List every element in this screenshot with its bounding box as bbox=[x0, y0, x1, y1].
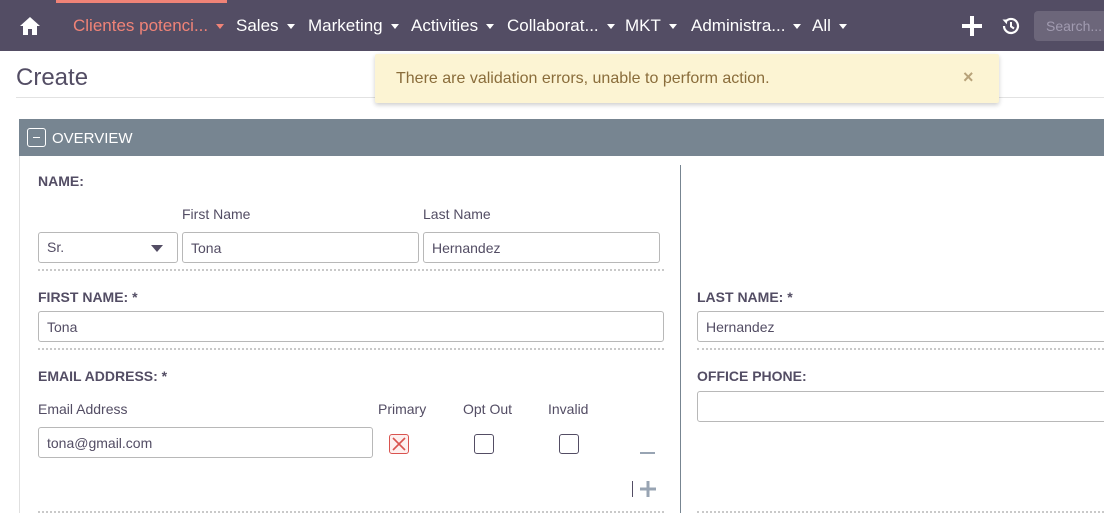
chevron-down-icon bbox=[486, 24, 495, 30]
nav-item-clientes-potenciales[interactable]: Clientes potenci... bbox=[73, 0, 225, 51]
first-name-input[interactable] bbox=[38, 311, 664, 342]
panel-border bbox=[19, 156, 20, 513]
page-title: Create bbox=[16, 64, 89, 91]
first-name-caption: First Name bbox=[182, 206, 251, 222]
add-email-icon[interactable] bbox=[640, 481, 656, 497]
remove-email-icon[interactable] bbox=[640, 452, 655, 454]
primary-checkbox[interactable] bbox=[389, 434, 409, 454]
x-mark-icon bbox=[392, 437, 406, 451]
alert-message: There are validation errors, unable to p… bbox=[396, 70, 770, 87]
top-navbar: Clientes potenci... Sales Marketing Acti… bbox=[0, 0, 1104, 51]
email-input[interactable] bbox=[38, 427, 373, 458]
email-address-label: EMAIL ADDRESS: * bbox=[38, 368, 168, 384]
field-separator bbox=[38, 269, 664, 271]
panel-title: OVERVIEW bbox=[52, 130, 133, 147]
validation-alert: There are validation errors, unable to p… bbox=[375, 54, 999, 103]
chevron-down-icon bbox=[390, 24, 399, 30]
nav-item-marketing[interactable]: Marketing bbox=[308, 0, 399, 51]
chevron-down-icon bbox=[606, 24, 615, 30]
salutation-select[interactable]: Sr. bbox=[38, 232, 178, 263]
last-name-caption: Last Name bbox=[423, 206, 491, 222]
first-name-label: FIRST NAME: * bbox=[38, 289, 138, 305]
chevron-down-icon bbox=[286, 24, 295, 30]
search-input[interactable] bbox=[1034, 11, 1104, 41]
name-last-name-input[interactable] bbox=[423, 232, 660, 263]
salutation-value: Sr. bbox=[47, 239, 65, 255]
name-label: NAME: bbox=[38, 173, 84, 189]
home-icon[interactable] bbox=[18, 14, 42, 38]
plus-icon[interactable] bbox=[961, 15, 983, 37]
last-name-input[interactable] bbox=[697, 311, 1104, 342]
nav-item-administration[interactable]: Administra... bbox=[691, 0, 802, 51]
overview-panel-header[interactable]: OVERVIEW bbox=[19, 119, 1104, 156]
chevron-down-icon bbox=[793, 24, 802, 30]
invalid-checkbox[interactable] bbox=[559, 434, 579, 454]
email-col-invalid: Invalid bbox=[548, 401, 589, 417]
office-phone-label: OFFICE PHONE: bbox=[697, 368, 807, 384]
chevron-down-icon bbox=[668, 24, 677, 30]
last-name-label: LAST NAME: * bbox=[697, 289, 793, 305]
dropdown-arrow-icon bbox=[151, 245, 163, 252]
opt-out-checkbox[interactable] bbox=[474, 434, 494, 454]
name-first-name-input[interactable] bbox=[182, 232, 419, 263]
nav-item-mkt[interactable]: MKT bbox=[625, 0, 677, 51]
office-phone-input[interactable] bbox=[697, 391, 1104, 422]
field-separator bbox=[697, 348, 1104, 350]
email-col-address: Email Address bbox=[38, 401, 128, 417]
chevron-down-icon bbox=[216, 24, 225, 30]
email-col-opt-out: Opt Out bbox=[463, 401, 513, 417]
field-separator bbox=[38, 348, 664, 350]
collapse-toggle-icon[interactable] bbox=[27, 128, 46, 147]
column-divider bbox=[680, 165, 681, 513]
chevron-down-icon bbox=[838, 24, 847, 30]
close-icon[interactable]: × bbox=[963, 67, 974, 88]
nav-item-all[interactable]: All bbox=[812, 0, 847, 51]
email-col-primary: Primary bbox=[378, 401, 427, 417]
nav-item-sales[interactable]: Sales bbox=[236, 0, 295, 51]
history-icon[interactable] bbox=[1000, 15, 1022, 37]
nav-item-activities[interactable]: Activities bbox=[411, 0, 495, 51]
text-cursor bbox=[632, 481, 633, 497]
nav-item-collaboration[interactable]: Collaborat... bbox=[507, 0, 615, 51]
